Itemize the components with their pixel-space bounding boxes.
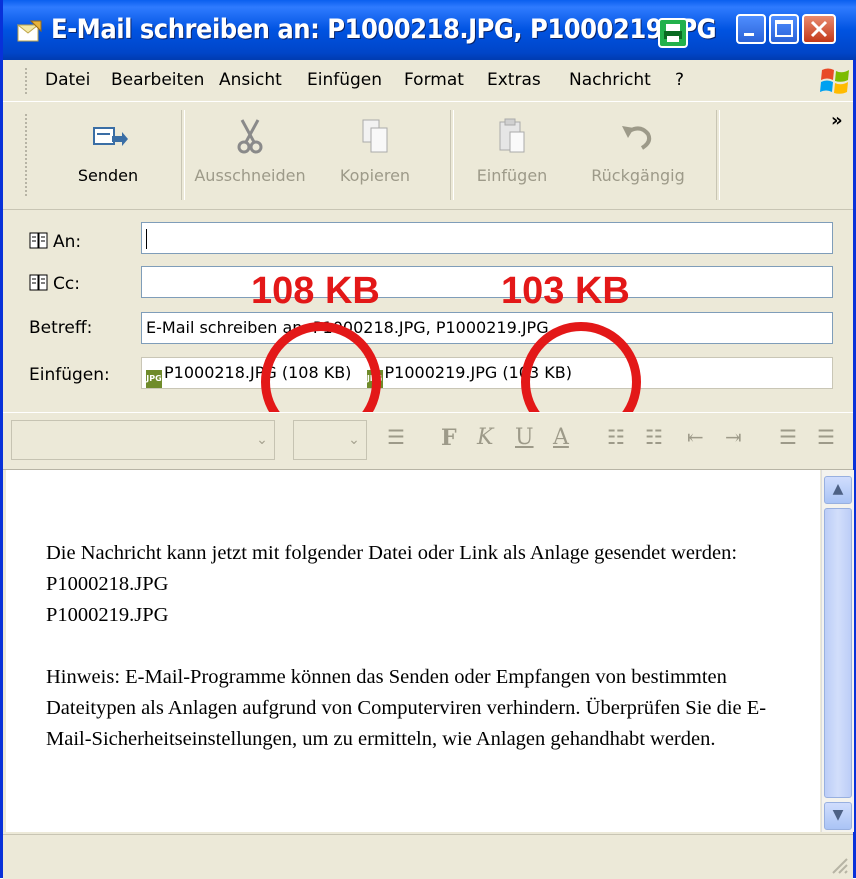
copy-label: Kopieren <box>339 166 411 185</box>
maximize-button[interactable] <box>769 14 799 44</box>
compose-mail-icon <box>17 20 42 42</box>
vertical-scrollbar[interactable]: ▲ ▼ <box>821 470 854 832</box>
toolbar-separator <box>716 110 720 200</box>
menu-grip[interactable] <box>25 68 30 94</box>
numbered-list-icon[interactable]: ☷ <box>607 425 625 449</box>
underline-button[interactable]: U <box>515 425 534 450</box>
cc-field[interactable] <box>141 266 833 298</box>
paste-icon <box>499 118 525 153</box>
compose-window: E-Mail schreiben an: P1000218.JPG, P1000… <box>0 0 856 879</box>
font-name-dropdown[interactable]: ⌄ <box>11 420 275 460</box>
copy-icon <box>362 119 388 153</box>
undo-label: Rückgängig <box>591 166 685 185</box>
menu-datei[interactable]: Datei <box>45 70 90 90</box>
decrease-indent-icon[interactable]: ⇤ <box>687 425 704 449</box>
printer-status-icon <box>658 18 688 48</box>
subject-field[interactable]: E-Mail schreiben an: P1000218.JPG, P1000… <box>141 312 833 344</box>
to-field[interactable] <box>141 222 833 254</box>
send-button[interactable]: Senden <box>43 108 173 200</box>
send-label: Senden <box>77 166 139 185</box>
align-center-icon[interactable]: ☰ <box>817 425 835 449</box>
cut-label: Ausschneiden <box>194 166 306 185</box>
scroll-up-button[interactable]: ▲ <box>824 476 852 504</box>
body-line <box>46 631 806 662</box>
to-label-group[interactable]: An: <box>29 232 81 252</box>
toolbar-overflow-button[interactable]: » <box>831 110 843 131</box>
body-line: P1000219.JPG <box>46 604 169 626</box>
resize-grip-icon[interactable] <box>827 853 849 875</box>
font-size-dropdown[interactable]: ⌄ <box>293 420 367 460</box>
scissors-icon <box>237 119 263 154</box>
minimize-button[interactable] <box>736 14 766 44</box>
window-title: E-Mail schreiben an: P1000218.JPG, P1000… <box>51 14 717 45</box>
attach-label: Einfügen: <box>29 365 110 385</box>
jpg-file-icon: JPG <box>146 370 162 388</box>
bold-button[interactable]: F <box>441 425 457 451</box>
undo-button[interactable]: Rückgängig <box>573 108 703 200</box>
message-text: Die Nachricht kann jetzt mit folgender D… <box>46 538 806 755</box>
address-book-icon <box>29 274 48 291</box>
annotation-size-1: 108 KB <box>251 270 380 312</box>
menu-nachricht[interactable]: Nachricht <box>569 70 651 90</box>
windows-logo-icon <box>820 68 849 94</box>
font-color-button[interactable]: A <box>553 425 569 450</box>
subject-label: Betreff: <box>29 318 93 338</box>
menu-help[interactable]: ? <box>675 70 684 90</box>
scroll-thumb[interactable] <box>824 508 852 798</box>
body-line: Die Nachricht kann jetzt mit folgender D… <box>46 542 738 564</box>
bullet-list-icon[interactable]: ☷ <box>645 425 663 449</box>
cc-label-group[interactable]: Cc: <box>29 274 80 294</box>
copy-button[interactable]: Kopieren <box>310 108 440 200</box>
menu-einfuegen[interactable]: Einfügen <box>307 70 382 90</box>
to-label: An: <box>53 232 82 252</box>
annotation-size-2: 103 KB <box>501 270 630 312</box>
cc-label: Cc: <box>53 274 80 294</box>
address-book-icon <box>29 232 48 249</box>
status-bar <box>3 834 853 879</box>
menu-bearbeiten[interactable]: Bearbeiten <box>111 70 204 90</box>
align-left-icon[interactable]: ☰ <box>779 425 797 449</box>
menu-ansicht[interactable]: Ansicht <box>219 70 282 90</box>
chevron-down-icon: ⌄ <box>342 421 366 459</box>
send-icon <box>93 127 128 146</box>
paste-label: Einfügen <box>476 166 548 185</box>
title-bar[interactable]: E-Mail schreiben an: P1000218.JPG, P1000… <box>3 0 856 60</box>
paragraph-style-icon[interactable]: ☰ <box>387 425 405 449</box>
body-line: P1000218.JPG <box>46 573 169 595</box>
text-cursor <box>146 228 147 249</box>
toolbar-grip[interactable] <box>25 114 30 196</box>
chevron-down-icon: ⌄ <box>250 421 274 459</box>
cut-button[interactable]: Ausschneiden <box>185 108 315 200</box>
italic-button[interactable]: K <box>477 425 493 450</box>
attachments-field[interactable]: JPG P1000218.JPG (108 KB) JPG P1000219.JPG… <box>141 357 833 389</box>
message-body[interactable]: Die Nachricht kann jetzt mit folgender D… <box>6 470 820 832</box>
body-line: Hinweis: E-Mail-Programme können das Sen… <box>46 666 767 750</box>
undo-icon <box>622 126 652 150</box>
paste-button[interactable]: Einfügen <box>447 108 577 200</box>
scroll-down-button[interactable]: ▼ <box>824 802 852 830</box>
menu-extras[interactable]: Extras <box>487 70 541 90</box>
menu-format[interactable]: Format <box>404 70 464 90</box>
increase-indent-icon[interactable]: ⇥ <box>725 425 742 449</box>
close-button[interactable] <box>802 14 836 44</box>
